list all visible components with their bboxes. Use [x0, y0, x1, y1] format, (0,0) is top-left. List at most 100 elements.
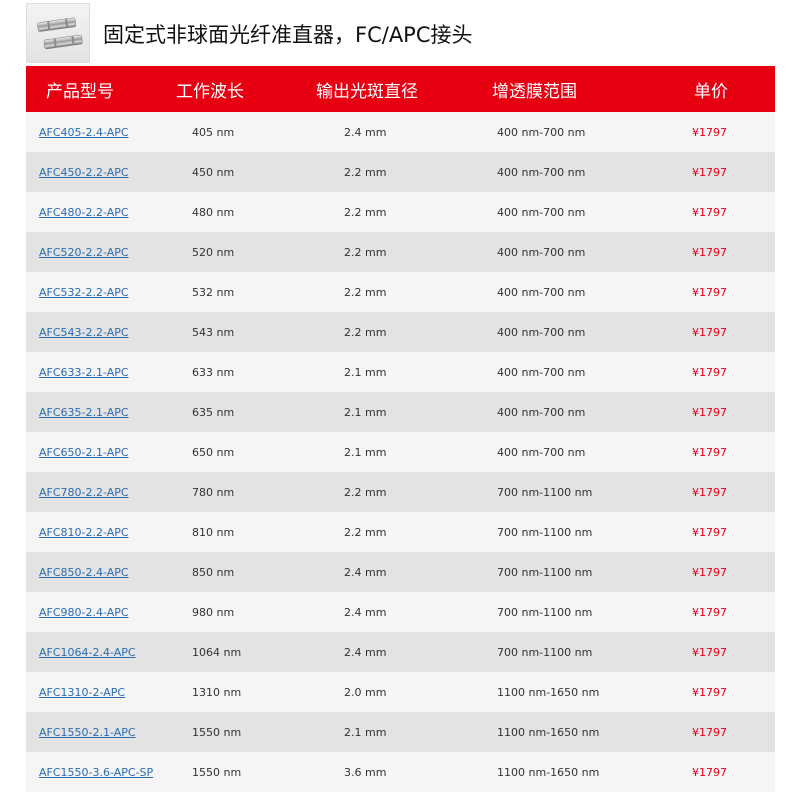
spot-diameter-cell: 2.2 mm [344, 325, 387, 339]
wavelength-cell: 405 nm [192, 125, 235, 139]
wavelength-cell: 532 nm [192, 285, 235, 299]
coating-range-cell: 400 nm-700 nm [497, 165, 586, 179]
coating-range-cell: 1100 nm-1650 nm [497, 725, 600, 739]
table-row: AFC635-2.1-APC 635 nm 2.1 mm 400 nm-700 nm ¥… [26, 392, 775, 432]
model-link[interactable]: AFC850-2.4-APC [39, 566, 129, 579]
wavelength-cell: 810 nm [192, 525, 235, 539]
wavelength-cell: 543 nm [192, 325, 235, 339]
price-cell: ¥1797 [692, 445, 727, 459]
spot-diameter-cell: 2.2 mm [344, 245, 387, 259]
column-header-model: 产品型号 [46, 81, 114, 102]
model-link[interactable]: AFC1550-2.1-APC [39, 726, 136, 739]
spot-diameter-cell: 2.1 mm [344, 365, 387, 379]
wavelength-cell: 1310 nm [192, 685, 242, 699]
wavelength-cell: 633 nm [192, 365, 235, 379]
table-row: AFC850-2.4-APC 850 nm 2.4 mm 700 nm-1100 nm… [26, 552, 775, 592]
table-row: AFC532-2.2-APC 532 nm 2.2 mm 400 nm-700 nm ¥… [26, 272, 775, 312]
spot-diameter-cell: 2.4 mm [344, 125, 387, 139]
model-link[interactable]: AFC405-2.4-APC [39, 126, 129, 139]
price-cell: ¥1797 [692, 325, 727, 339]
model-link[interactable]: AFC780-2.2-APC [39, 486, 129, 499]
model-link[interactable]: AFC543-2.2-APC [39, 326, 129, 339]
wavelength-cell: 635 nm [192, 405, 235, 419]
spot-diameter-cell: 2.2 mm [344, 525, 387, 539]
model-link[interactable]: AFC450-2.2-APC [39, 166, 129, 179]
wavelength-cell: 480 nm [192, 205, 235, 219]
product-table: 产品型号 工作波长 输出光斑直径 增透膜范围 单价 AFC405-2.4-APC… [26, 66, 775, 792]
spot-diameter-cell: 2.4 mm [344, 565, 387, 579]
coating-range-cell: 1100 nm-1650 nm [497, 765, 600, 779]
spot-diameter-cell: 3.6 mm [344, 765, 387, 779]
wavelength-cell: 780 nm [192, 485, 235, 499]
coating-range-cell: 700 nm-1100 nm [497, 525, 593, 539]
price-cell: ¥1797 [692, 605, 727, 619]
model-link[interactable]: AFC1310-2-APC [39, 686, 125, 699]
table-body: AFC405-2.4-APC 405 nm 2.4 mm 400 nm-700 nm ¥… [26, 112, 775, 792]
coating-range-cell: 700 nm-1100 nm [497, 565, 593, 579]
wavelength-cell: 980 nm [192, 605, 235, 619]
price-cell: ¥1797 [692, 245, 727, 259]
table-row: AFC1310-2-APC 1310 nm 2.0 mm 1100 nm-1650 n… [26, 672, 775, 712]
price-cell: ¥1797 [692, 365, 727, 379]
table-row: AFC520-2.2-APC 520 nm 2.2 mm 400 nm-700 nm ¥… [26, 232, 775, 272]
price-cell: ¥1797 [692, 725, 727, 739]
model-link[interactable]: AFC635-2.1-APC [39, 406, 129, 419]
model-link[interactable]: AFC650-2.1-APC [39, 446, 129, 459]
spot-diameter-cell: 2.1 mm [344, 445, 387, 459]
coating-range-cell: 400 nm-700 nm [497, 245, 586, 259]
spot-diameter-cell: 2.4 mm [344, 645, 387, 659]
coating-range-cell: 700 nm-1100 nm [497, 645, 593, 659]
coating-range-cell: 400 nm-700 nm [497, 125, 586, 139]
price-cell: ¥1797 [692, 205, 727, 219]
spot-diameter-cell: 2.2 mm [344, 285, 387, 299]
page-title: 固定式非球面光纤准直器，FC/APC接头 [103, 23, 473, 47]
model-link[interactable]: AFC520-2.2-APC [39, 246, 129, 259]
wavelength-cell: 450 nm [192, 165, 235, 179]
coating-range-cell: 700 nm-1100 nm [497, 605, 593, 619]
table-row: AFC650-2.1-APC 650 nm 2.1 mm 400 nm-700 nm ¥… [26, 432, 775, 472]
table-row: AFC1550-2.1-APC 1550 nm 2.1 mm 1100 nm-1650… [26, 712, 775, 752]
price-cell: ¥1797 [692, 525, 727, 539]
coating-range-cell: 400 nm-700 nm [497, 325, 586, 339]
coating-range-cell: 400 nm-700 nm [497, 205, 586, 219]
spot-diameter-cell: 2.0 mm [344, 685, 387, 699]
wavelength-cell: 1550 nm [192, 725, 242, 739]
model-link[interactable]: AFC532-2.2-APC [39, 286, 129, 299]
price-cell: ¥1797 [692, 645, 727, 659]
coating-range-cell: 1100 nm-1650 nm [497, 685, 600, 699]
model-link[interactable]: AFC980-2.4-APC [39, 606, 129, 619]
table-header-row: 产品型号 工作波长 输出光斑直径 增透膜范围 单价 [26, 66, 775, 112]
table-row: AFC1064-2.4-APC 1064 nm 2.4 mm 700 nm-1100 … [26, 632, 775, 672]
price-cell: ¥1797 [692, 285, 727, 299]
wavelength-cell: 850 nm [192, 565, 235, 579]
model-link[interactable]: AFC1550-3.6-APC-SP [39, 766, 153, 779]
table-row: AFC810-2.2-APC 810 nm 2.2 mm 700 nm-1100 nm… [26, 512, 775, 552]
table-row: AFC543-2.2-APC 543 nm 2.2 mm 400 nm-700 nm ¥… [26, 312, 775, 352]
spot-diameter-cell: 2.2 mm [344, 165, 387, 179]
page-header: 固定式非球面光纤准直器，FC/APC接头 [26, 3, 786, 63]
table-row: AFC480-2.2-APC 480 nm 2.2 mm 400 nm-700 nm ¥… [26, 192, 775, 232]
price-cell: ¥1797 [692, 125, 727, 139]
price-cell: ¥1797 [692, 685, 727, 699]
model-link[interactable]: AFC1064-2.4-APC [39, 646, 136, 659]
price-cell: ¥1797 [692, 405, 727, 419]
coating-range-cell: 400 nm-700 nm [497, 365, 586, 379]
column-header-coating-range: 增透膜范围 [492, 81, 577, 102]
price-cell: ¥1797 [692, 165, 727, 179]
column-header-spot-diameter: 输出光斑直径 [316, 81, 418, 102]
coating-range-cell: 400 nm-700 nm [497, 405, 586, 419]
table-row: AFC980-2.4-APC 980 nm 2.4 mm 700 nm-1100 nm… [26, 592, 775, 632]
wavelength-cell: 1064 nm [192, 645, 242, 659]
model-link[interactable]: AFC810-2.2-APC [39, 526, 129, 539]
coating-range-cell: 400 nm-700 nm [497, 285, 586, 299]
collimator-product-image [26, 3, 90, 63]
wavelength-cell: 520 nm [192, 245, 235, 259]
model-link[interactable]: AFC633-2.1-APC [39, 366, 129, 379]
column-header-wavelength: 工作波长 [176, 81, 244, 102]
table-row: AFC1550-3.6-APC-SP 1550 nm 3.6 mm 1100 nm-1… [26, 752, 775, 792]
price-cell: ¥1797 [692, 565, 727, 579]
model-link[interactable]: AFC480-2.2-APC [39, 206, 129, 219]
table-row: AFC405-2.4-APC 405 nm 2.4 mm 400 nm-700 nm ¥… [26, 112, 775, 152]
price-cell: ¥1797 [692, 765, 727, 779]
table-row: AFC450-2.2-APC 450 nm 2.2 mm 400 nm-700 nm ¥… [26, 152, 775, 192]
